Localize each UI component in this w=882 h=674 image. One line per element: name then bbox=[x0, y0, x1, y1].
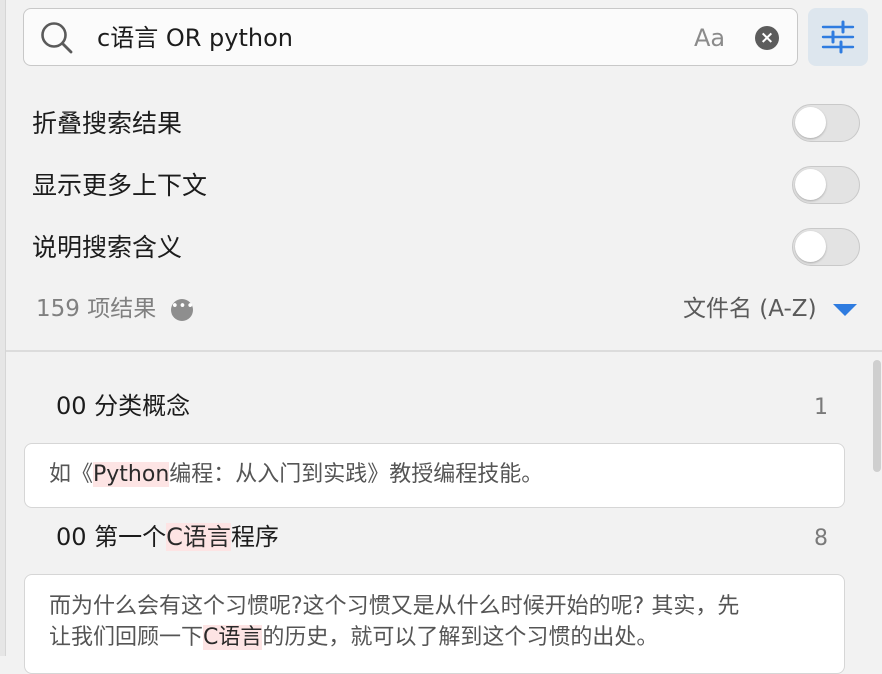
scrollbar[interactable] bbox=[873, 360, 881, 472]
option-label: 说明搜索含义 bbox=[32, 233, 183, 262]
explain-search-toggle[interactable] bbox=[792, 228, 860, 266]
result-snippet[interactable]: 而为什么会有这个习惯呢?这个习惯又是从什么时候开始的呢? 其实，先 让我们回顾一… bbox=[24, 574, 845, 674]
group-title-text: 程序 bbox=[230, 523, 279, 551]
chevron-down-icon[interactable] bbox=[833, 304, 857, 316]
snippet-text: 让我们回顾一下 bbox=[49, 625, 204, 650]
snippet-text: 如《 bbox=[49, 462, 94, 487]
window-left-edge bbox=[0, 0, 6, 656]
search-icon bbox=[40, 21, 74, 55]
option-collapse-results: 折叠搜索结果 bbox=[0, 104, 882, 144]
collapse-results-toggle[interactable] bbox=[792, 104, 860, 142]
group-title-text: 00 第一个 bbox=[56, 523, 167, 551]
result-group-title[interactable]: 00 分类概念 bbox=[56, 390, 190, 422]
clear-search-icon[interactable]: × bbox=[755, 26, 779, 50]
search-input[interactable]: c语言 OR python bbox=[97, 23, 293, 53]
snippet-text: 的历史，就可以了解到这个习惯的出处。 bbox=[262, 625, 659, 650]
toggle-knob bbox=[795, 169, 826, 200]
search-highlight: C语言 bbox=[203, 625, 263, 650]
filter-options-button[interactable] bbox=[808, 8, 868, 66]
option-label: 折叠搜索结果 bbox=[32, 109, 183, 138]
match-count: 8 bbox=[814, 526, 828, 551]
match-count: 1 bbox=[814, 395, 828, 420]
toggle-knob bbox=[795, 107, 826, 138]
option-label: 显示更多上下文 bbox=[32, 171, 208, 200]
result-group-title[interactable]: 00 第一个C语言程序 bbox=[56, 521, 279, 553]
more-options-icon[interactable]: ••• bbox=[171, 299, 194, 321]
search-highlight: C语言 bbox=[166, 523, 231, 551]
search-highlight: Python bbox=[93, 462, 170, 487]
snippet-text: 而为什么会有这个习惯呢?这个习惯又是从什么时候开始的呢? 其实，先 bbox=[49, 594, 740, 619]
more-context-toggle[interactable] bbox=[792, 166, 860, 204]
sort-order-button[interactable]: 文件名 (A-Z) bbox=[683, 294, 817, 324]
group-title-text: 00 分类概念 bbox=[56, 392, 191, 420]
match-case-button[interactable]: Aa bbox=[694, 23, 725, 53]
toggle-knob bbox=[795, 231, 826, 262]
option-more-context: 显示更多上下文 bbox=[0, 166, 882, 206]
snippet-text: 编程：从入门到实践》教授编程技能。 bbox=[169, 462, 544, 487]
search-box[interactable]: c语言 OR python Aa × bbox=[23, 8, 798, 66]
result-snippet[interactable]: 如《Python编程：从入门到实践》教授编程技能。 bbox=[24, 443, 845, 508]
sliders-icon bbox=[821, 20, 855, 54]
option-explain-search: 说明搜索含义 bbox=[0, 228, 882, 268]
result-count: 159 项结果 bbox=[36, 296, 157, 322]
divider bbox=[6, 350, 882, 352]
snippet-line: 让我们回顾一下C语言的历史，就可以了解到这个习惯的出处。 bbox=[49, 622, 820, 653]
